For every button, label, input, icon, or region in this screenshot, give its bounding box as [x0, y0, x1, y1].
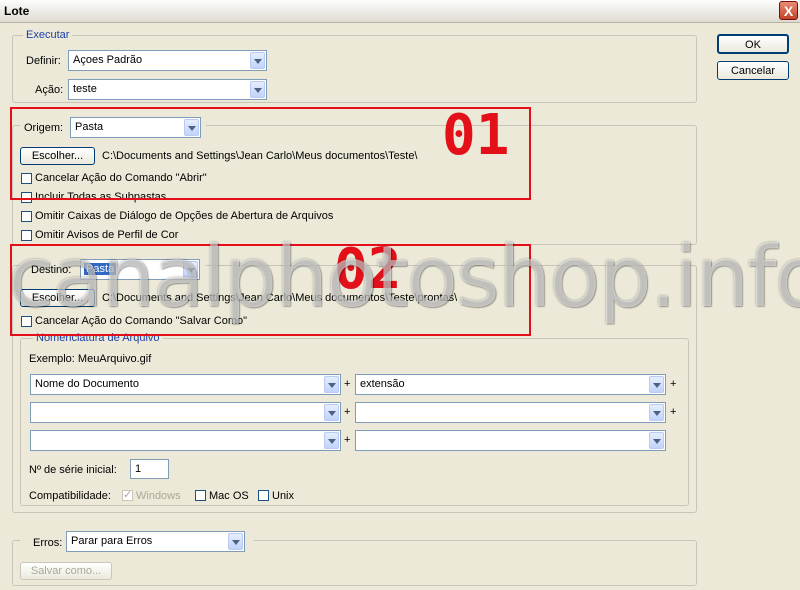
- checkbox-omitir-caixas[interactable]: [21, 211, 32, 222]
- executar-legend: Executar: [23, 29, 73, 41]
- plus-sign: +: [344, 406, 351, 418]
- acao-label: Ação:: [35, 84, 64, 96]
- plus-sign: +: [670, 406, 677, 418]
- close-icon: X: [783, 3, 794, 19]
- label-windows: Windows: [136, 490, 181, 502]
- serial-value: 1: [135, 463, 142, 475]
- watermark: canalphotoshop.info: [8, 228, 800, 326]
- definir-value: Açoes Padrão: [73, 54, 143, 66]
- chevron-down-icon[interactable]: [649, 376, 664, 393]
- label-macos: Mac OS: [209, 490, 249, 502]
- definir-select[interactable]: Açoes Padrão: [68, 50, 267, 71]
- serial-label: Nº de série inicial:: [29, 464, 117, 476]
- checkbox-windows[interactable]: [122, 488, 133, 501]
- cancel-button[interactable]: Cancelar: [717, 61, 789, 80]
- definir-label: Definir:: [26, 55, 61, 67]
- acao-value: teste: [73, 83, 97, 95]
- chevron-down-icon[interactable]: [250, 52, 265, 69]
- name-field-2[interactable]: extensão: [355, 374, 666, 395]
- chevron-down-icon[interactable]: [649, 404, 664, 421]
- chevron-down-icon[interactable]: [324, 376, 339, 393]
- chevron-down-icon[interactable]: [228, 533, 243, 550]
- compat-label: Compatibilidade:: [29, 490, 111, 502]
- title-bar: [0, 0, 800, 23]
- name-field-1[interactable]: Nome do Documento: [30, 374, 341, 395]
- checkbox-macos[interactable]: [195, 490, 206, 501]
- erros-select[interactable]: Parar para Erros: [66, 531, 245, 552]
- name-field-1-value: Nome do Documento: [35, 378, 139, 390]
- checkbox-unix[interactable]: [258, 490, 269, 501]
- name-field-4[interactable]: [355, 402, 666, 423]
- serial-input[interactable]: 1: [130, 459, 169, 479]
- acao-select[interactable]: teste: [68, 79, 267, 100]
- name-field-2-value: extensão: [360, 378, 405, 390]
- close-button[interactable]: X: [779, 1, 798, 20]
- ok-button[interactable]: OK: [717, 34, 789, 54]
- plus-sign: +: [344, 378, 351, 390]
- erros-value: Parar para Erros: [71, 535, 153, 547]
- marker-01: 01: [442, 103, 510, 168]
- plus-sign: +: [344, 434, 351, 446]
- label-unix: Unix: [272, 490, 295, 502]
- save-as-button[interactable]: Salvar como...: [20, 562, 112, 580]
- label-omitir-caixas: Omitir Caixas de Diálogo de Opções de Ab…: [35, 210, 334, 222]
- chevron-down-icon[interactable]: [324, 432, 339, 449]
- plus-sign: +: [670, 378, 677, 390]
- window-title: Lote: [4, 4, 30, 18]
- chevron-down-icon[interactable]: [250, 81, 265, 98]
- nomenclatura-example: Exemplo: MeuArquivo.gif: [29, 353, 152, 365]
- chevron-down-icon[interactable]: [324, 404, 339, 421]
- name-field-6[interactable]: [355, 430, 666, 451]
- name-field-3[interactable]: [30, 402, 341, 423]
- name-field-5[interactable]: [30, 430, 341, 451]
- erros-label: Erros:: [33, 537, 63, 549]
- chevron-down-icon[interactable]: [649, 432, 664, 449]
